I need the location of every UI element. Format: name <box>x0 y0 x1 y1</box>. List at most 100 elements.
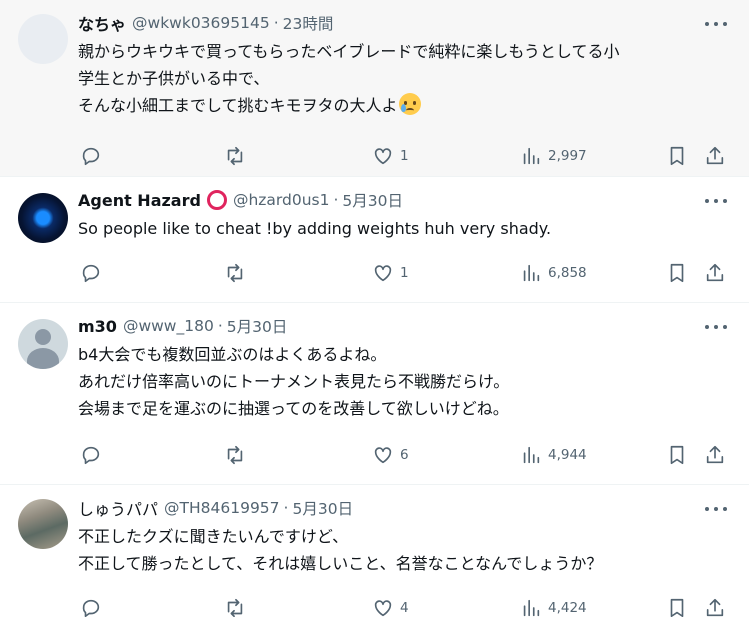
action-bar: 6 4,944 <box>78 432 733 478</box>
tweet-text: 不正したクズに聞きたいんですけど、 不正して勝ったとして、それは嬉しいこと、名誉… <box>78 523 733 577</box>
reply-button[interactable] <box>80 133 102 179</box>
action-bar: 1 6,858 <box>78 250 733 296</box>
retweet-icon <box>227 445 243 465</box>
tweet-header: Agent Hazard @hzard0us1 · 5月30日 <box>78 189 733 211</box>
reply-button[interactable] <box>80 585 102 617</box>
tweet-text-line: 学生とか子供がいる中で、 <box>78 65 733 92</box>
reply-button[interactable] <box>80 432 102 478</box>
tweet-text-line: b4大会でも複数回並ぶのはよくあるよね。 <box>78 345 387 364</box>
separator-dot: · <box>333 191 339 209</box>
retweet-button[interactable] <box>224 133 246 179</box>
author-name[interactable]: m30 <box>78 317 117 336</box>
tweet-text-line-part: 学生とか子供がいる中で、 <box>78 69 270 88</box>
views-count: 6,858 <box>548 265 587 281</box>
like-button[interactable]: 1 <box>372 133 409 179</box>
tweet-text-line: So people like to cheat !by adding weigh… <box>78 219 552 238</box>
tweet-text: 親からウキウキで買ってもらったベイブレードで純粋に楽しもうとしてる小 学生とか子… <box>78 38 733 119</box>
tweet-text-line: あれだけ倍率高いのにトーナメント表見たら不戦勝だらけ。 <box>78 372 510 391</box>
avatar[interactable] <box>18 14 68 64</box>
tweet[interactable]: なちゃ @wkwk03695145 · 23時間 親からウキウキで買ってもらった… <box>0 0 749 177</box>
author-name[interactable]: しゅうパパ <box>78 496 158 520</box>
default-avatar-head <box>35 329 51 345</box>
avatar[interactable] <box>18 319 68 369</box>
like-icon <box>374 265 392 282</box>
bookmark-button[interactable] <box>666 585 688 617</box>
bookmark-icon <box>670 445 684 465</box>
tweet-text: b4大会でも複数回並ぶのはよくあるよね。 あれだけ倍率高いのにトーナメント表見た… <box>78 341 733 422</box>
tweet-text-line: 会場まで足を運ぶのに抽選ってのを改善して欲しいけどね。 <box>78 399 509 418</box>
views-count: 2,997 <box>548 148 587 164</box>
retweet-button[interactable] <box>224 432 246 478</box>
bookmark-button[interactable] <box>666 133 688 179</box>
tweet-header: m30 @www_180 · 5月30日 <box>78 315 733 337</box>
timestamp[interactable]: 5月30日 <box>292 497 353 519</box>
separator-dot: · <box>283 499 289 517</box>
separator-dot: · <box>273 14 279 32</box>
bookmark-button[interactable] <box>666 250 688 296</box>
avatar[interactable] <box>18 499 68 549</box>
share-icon <box>706 263 724 282</box>
like-button[interactable]: 4 <box>372 585 409 617</box>
tweet-header: なちゃ @wkwk03695145 · 23時間 <box>78 12 733 34</box>
retweet-button[interactable] <box>224 585 246 617</box>
reply-icon <box>82 264 100 283</box>
author-name[interactable]: Agent Hazard <box>78 191 201 210</box>
like-button[interactable]: 6 <box>372 432 409 478</box>
action-bar: 4 4,424 <box>78 585 733 617</box>
author-handle[interactable]: @www_180 <box>123 317 214 335</box>
retweet-icon <box>227 263 243 283</box>
bookmark-icon <box>670 146 684 166</box>
reply-icon <box>82 599 100 617</box>
more-icon[interactable] <box>705 503 727 515</box>
tweet-text-line: 不正して勝ったとして、それは嬉しいこと、名誉なことなんでしょうか？ <box>78 554 603 573</box>
timestamp[interactable]: 23時間 <box>283 12 334 34</box>
views-button[interactable]: 2,997 <box>520 133 587 179</box>
author-name[interactable]: なちゃ <box>78 11 126 35</box>
more-icon[interactable] <box>705 321 727 333</box>
sad-tear-emoji-icon <box>398 93 421 115</box>
like-count: 1 <box>400 265 409 281</box>
more-icon[interactable] <box>705 195 727 207</box>
retweet-icon <box>227 146 243 166</box>
bookmark-icon <box>670 263 684 283</box>
bookmark-button[interactable] <box>666 432 688 478</box>
share-icon <box>706 598 724 617</box>
share-button[interactable] <box>704 432 726 478</box>
reply-icon <box>82 147 100 166</box>
share-button[interactable] <box>704 585 726 617</box>
tweet-text-line: そんな小細工までして挑むキモヲタの大人よ <box>78 92 733 119</box>
tweet[interactable]: Agent Hazard @hzard0us1 · 5月30日 So peopl… <box>0 177 749 303</box>
like-icon <box>374 447 392 464</box>
share-button[interactable] <box>704 133 726 179</box>
tweet[interactable]: しゅうパパ @TH84619957 · 5月30日 不正したクズに聞きたいんです… <box>0 485 749 617</box>
share-icon <box>706 445 724 464</box>
timestamp[interactable]: 5月30日 <box>342 189 403 211</box>
views-button[interactable]: 4,944 <box>520 432 587 478</box>
action-bar: 1 2,997 <box>78 133 733 179</box>
like-icon <box>374 600 392 617</box>
tweet-text-line: 不正したクズに聞きたいんですけど、 <box>78 527 349 546</box>
views-icon <box>523 599 540 617</box>
tweet[interactable]: m30 @www_180 · 5月30日 b4大会でも複数回並ぶのはよくあるよね… <box>0 303 749 485</box>
more-icon[interactable] <box>705 18 727 30</box>
share-button[interactable] <box>704 250 726 296</box>
reply-button[interactable] <box>80 250 102 296</box>
timestamp[interactable]: 5月30日 <box>227 315 288 337</box>
like-count: 4 <box>400 600 409 616</box>
views-icon <box>523 446 540 464</box>
author-handle[interactable]: @wkwk03695145 <box>132 14 270 32</box>
author-handle[interactable]: @TH84619957 <box>164 499 280 517</box>
like-button[interactable]: 1 <box>372 250 409 296</box>
author-handle[interactable]: @hzard0us1 <box>233 191 330 209</box>
views-button[interactable]: 6,858 <box>520 250 587 296</box>
retweet-icon <box>227 598 243 617</box>
views-button[interactable]: 4,424 <box>520 585 587 617</box>
reply-icon <box>82 446 100 465</box>
retweet-button[interactable] <box>224 250 246 296</box>
views-icon <box>523 264 540 282</box>
default-avatar-body <box>27 348 59 369</box>
tweet-header: しゅうパパ @TH84619957 · 5月30日 <box>78 497 733 519</box>
tweet-text-line: 親からウキウキで買ってもらったベイブレードで純粋に楽しもうとしてる小 <box>78 42 620 61</box>
tweet-text: So people like to cheat !by adding weigh… <box>78 215 733 242</box>
avatar[interactable] <box>18 193 68 243</box>
